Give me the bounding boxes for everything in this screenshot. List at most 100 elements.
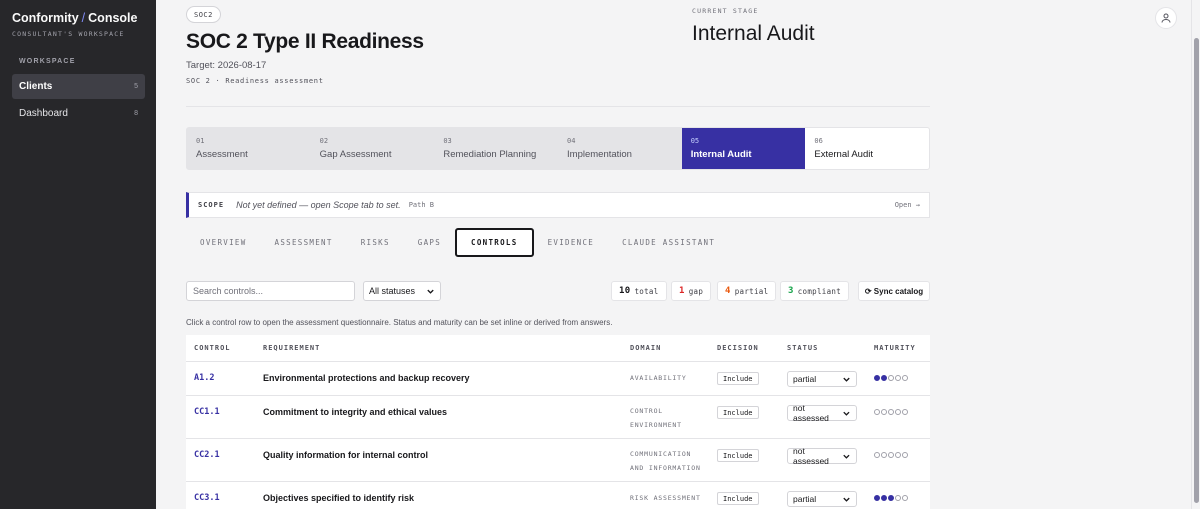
- control-id[interactable]: CC1.1: [194, 407, 220, 417]
- decision-badge[interactable]: Include: [717, 372, 759, 385]
- control-domain: CONTROL ENVIRONMENT: [630, 407, 682, 429]
- table-row[interactable]: CC3.1 Objectives specified to identify r…: [186, 482, 930, 509]
- maturity-dot-empty[interactable]: [902, 375, 908, 381]
- maturity-rating[interactable]: [874, 375, 908, 381]
- status-select[interactable]: not assessed: [787, 403, 857, 423]
- user-menu-button[interactable]: [1155, 7, 1177, 29]
- search-controls-input[interactable]: [186, 281, 355, 301]
- maturity-dot-filled[interactable]: [874, 495, 880, 501]
- control-requirement: Objectives specified to identify risk: [263, 493, 415, 503]
- control-id[interactable]: CC3.1: [194, 493, 220, 503]
- maturity-dot-filled[interactable]: [881, 495, 887, 501]
- stage-step-label: Internal Audit: [690, 149, 752, 160]
- stage-step-label: Gap Assessment: [319, 149, 392, 160]
- brand-console: Console: [88, 11, 138, 25]
- column-header-maturity: MATURITY: [874, 344, 916, 352]
- main-content: SOC2 SOC 2 Type II Readiness Target: 202…: [156, 0, 1191, 509]
- sidebar-item-label: Clients: [19, 81, 53, 92]
- gap-count-badge: 1 gap: [671, 281, 712, 301]
- chevron-down-icon: [427, 289, 434, 294]
- column-header-status: STATUS: [787, 344, 819, 352]
- control-requirement: Environmental protections and backup rec…: [263, 373, 470, 383]
- header-divider: [186, 106, 930, 107]
- stage-step-assessment[interactable]: 01 Assessment: [187, 128, 311, 169]
- maturity-dot-empty[interactable]: [874, 409, 880, 415]
- stage-step-number: 05: [690, 137, 700, 145]
- tab-claude-assistant[interactable]: CLAUDE ASSISTANT: [608, 228, 729, 257]
- maturity-dot-empty[interactable]: [888, 409, 894, 415]
- sidebar-item-dashboard[interactable]: Dashboard 8: [12, 101, 145, 126]
- stage-step-number: 03: [443, 137, 452, 145]
- column-header-requirement: REQUIREMENT: [263, 344, 321, 352]
- sidebar: Conformity / Console CONSULTANT'S WORKSPAC…: [0, 0, 156, 509]
- maturity-dot-empty[interactable]: [881, 452, 887, 458]
- compliant-count-badge: 3 compliant: [780, 281, 850, 301]
- workspace-owner: CONSULTANT'S WORKSPACE: [12, 30, 125, 38]
- maturity-dot-empty[interactable]: [881, 409, 887, 415]
- decision-badge[interactable]: Include: [717, 492, 759, 505]
- maturity-dot-filled[interactable]: [888, 495, 894, 501]
- status-select[interactable]: partial: [787, 491, 857, 507]
- sidebar-item-count: 8: [134, 110, 138, 117]
- maturity-dot-empty[interactable]: [888, 452, 894, 458]
- partial-count: 4: [725, 286, 731, 296]
- stage-step-remediation-planning[interactable]: 03 Remediation Planning: [434, 128, 558, 169]
- compliant-count: 3: [788, 286, 794, 296]
- scope-open-link[interactable]: Open →: [895, 201, 920, 209]
- tab-overview[interactable]: OVERVIEW: [186, 228, 261, 257]
- tab-evidence[interactable]: EVIDENCE: [534, 228, 609, 257]
- brand-separator: /: [81, 11, 86, 25]
- chevron-down-icon: [843, 497, 850, 502]
- decision-badge[interactable]: Include: [717, 449, 759, 462]
- maturity-rating[interactable]: [874, 495, 908, 501]
- maturity-dot-empty[interactable]: [888, 375, 894, 381]
- table-row[interactable]: CC2.1 Quality information for internal c…: [186, 439, 930, 482]
- control-id[interactable]: CC2.1: [194, 450, 220, 460]
- maturity-rating[interactable]: [874, 409, 908, 415]
- maturity-dot-empty[interactable]: [895, 495, 901, 501]
- status-select[interactable]: not assessed: [787, 446, 857, 466]
- maturity-dot-empty[interactable]: [895, 409, 901, 415]
- chevron-down-icon: [843, 411, 850, 416]
- status-filter-select[interactable]: All statuses: [363, 281, 441, 301]
- tab-controls[interactable]: CONTROLS: [455, 228, 534, 257]
- page-scrollbar[interactable]: [1191, 0, 1200, 509]
- maturity-dot-empty[interactable]: [902, 495, 908, 501]
- stage-step-label: Assessment: [196, 149, 248, 160]
- sidebar-item-clients[interactable]: Clients 5: [12, 74, 145, 99]
- stage-step-implementation[interactable]: 04 Implementation: [558, 128, 682, 169]
- scrollbar-thumb[interactable]: [1194, 38, 1199, 503]
- decision-badge[interactable]: Include: [717, 406, 759, 419]
- stage-step-gap-assessment[interactable]: 02 Gap Assessment: [311, 128, 435, 169]
- brand-title[interactable]: Conformity / Console: [12, 11, 137, 25]
- control-id[interactable]: A1.2: [194, 373, 214, 383]
- stage-stepper: 01 Assessment 02 Gap Assessment 03 Remed…: [186, 127, 930, 170]
- tab-risks[interactable]: RISKS: [347, 228, 404, 257]
- table-row[interactable]: A1.2 Environmental protections and backu…: [186, 362, 930, 396]
- stage-step-number: 01: [196, 137, 205, 145]
- maturity-dot-empty[interactable]: [895, 375, 901, 381]
- brand-name: Conformity: [12, 11, 79, 25]
- maturity-dot-filled[interactable]: [881, 375, 887, 381]
- control-domain: RISK ASSESSMENT: [630, 494, 701, 502]
- sync-catalog-button[interactable]: ⟳ Sync catalog: [858, 281, 930, 301]
- tab-assessment[interactable]: ASSESSMENT: [261, 228, 347, 257]
- maturity-dot-filled[interactable]: [874, 375, 880, 381]
- status-select[interactable]: partial: [787, 371, 857, 387]
- scope-value: Not yet defined — open Scope tab to set.: [236, 200, 401, 210]
- maturity-dot-empty[interactable]: [902, 452, 908, 458]
- stage-step-internal-audit[interactable]: 05 Internal Audit: [681, 128, 806, 169]
- stage-step-number: 04: [567, 137, 576, 145]
- stage-step-number: 06: [814, 137, 823, 145]
- tab-gaps[interactable]: GAPS: [404, 228, 455, 257]
- status-select-value: partial: [793, 374, 817, 384]
- maturity-dot-empty[interactable]: [895, 452, 901, 458]
- chevron-down-icon: [843, 377, 850, 382]
- partial-label: partial: [734, 286, 769, 296]
- maturity-rating[interactable]: [874, 452, 908, 458]
- maturity-dot-empty[interactable]: [874, 452, 880, 458]
- engagement-subtitle: SOC 2 · Readiness assessment: [186, 77, 324, 85]
- table-row[interactable]: CC1.1 Commitment to integrity and ethica…: [186, 396, 930, 439]
- maturity-dot-empty[interactable]: [902, 409, 908, 415]
- stage-step-external-audit[interactable]: 06 External Audit: [805, 128, 929, 169]
